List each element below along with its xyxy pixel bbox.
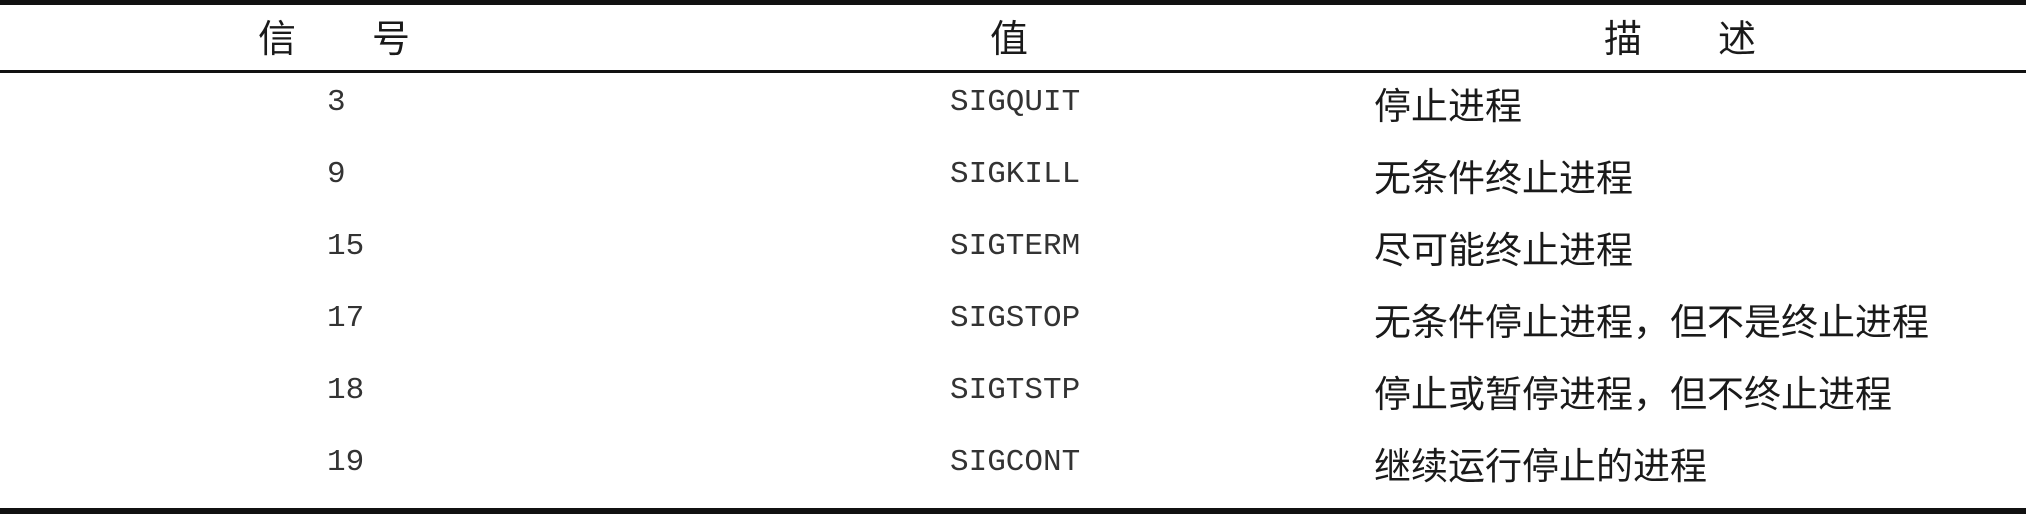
signal-description: 继续运行停止的进程 — [1374, 445, 1707, 488]
table-bottom-rule — [0, 508, 2026, 514]
signal-description: 停止进程 — [1374, 85, 1522, 128]
signal-description: 无条件停止进程，但不是终止进程 — [1374, 301, 1929, 344]
signal-description: 停止或暂停进程，但不终止进程 — [1374, 373, 1892, 416]
signal-table: 信 号 值 描 述 3 SIGQUIT 停止进程 9 SIGKILL 无条件终止… — [0, 0, 2026, 516]
table-row: 9 SIGKILL 无条件终止进程 — [0, 145, 2026, 217]
signal-number: 9 — [327, 157, 346, 192]
table-row: 17 SIGSTOP 无条件停止进程，但不是终止进程 — [0, 289, 2026, 361]
signal-value: SIGKILL — [950, 157, 1081, 192]
table-row: 19 SIGCONT 继续运行停止的进程 — [0, 433, 2026, 505]
table-header-row: 信 号 值 描 述 — [0, 5, 2026, 70]
signal-value: SIGTERM — [950, 229, 1081, 264]
table-row: 15 SIGTERM 尽可能终止进程 — [0, 217, 2026, 289]
signal-number: 18 — [327, 373, 365, 408]
signal-value: SIGSTOP — [950, 301, 1081, 336]
table-row: 18 SIGTSTP 停止或暂停进程，但不终止进程 — [0, 361, 2026, 433]
header-description: 描 述 — [1604, 17, 1757, 61]
signal-value: SIGCONT — [950, 445, 1081, 480]
signal-number: 17 — [327, 301, 365, 336]
signal-description: 尽可能终止进程 — [1374, 229, 1633, 272]
table-row: 3 SIGQUIT 停止进程 — [0, 73, 2026, 145]
signal-value: SIGTSTP — [950, 373, 1081, 408]
signal-number: 3 — [327, 85, 346, 120]
table-body: 3 SIGQUIT 停止进程 9 SIGKILL 无条件终止进程 15 SIGT… — [0, 73, 2026, 508]
signal-description: 无条件终止进程 — [1374, 157, 1633, 200]
header-value: 值 — [990, 17, 1029, 61]
signal-number: 19 — [327, 445, 365, 480]
signal-number: 15 — [327, 229, 365, 264]
signal-value: SIGQUIT — [950, 85, 1081, 120]
header-signal: 信 号 — [258, 17, 411, 61]
